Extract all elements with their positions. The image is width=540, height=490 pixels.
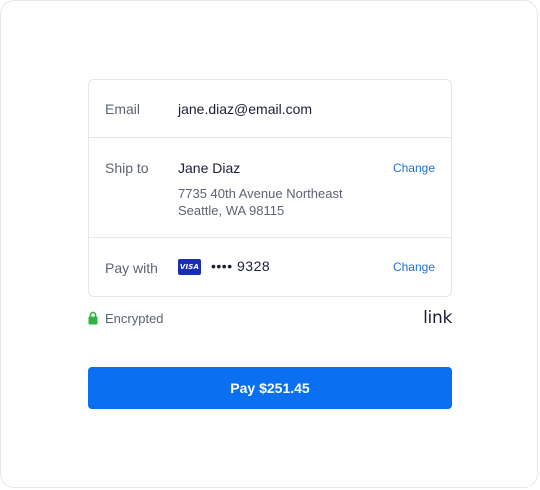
visa-card-icon: VISA [178, 259, 201, 275]
ship-to-address-line2: Seattle, WA 98115 [178, 203, 285, 218]
change-shipping-link[interactable]: Change [393, 161, 435, 175]
ship-to-label: Ship to [105, 160, 149, 176]
email-row: Email jane.diaz@email.com [89, 80, 451, 138]
lock-icon [88, 311, 98, 325]
pay-with-label: Pay with [105, 260, 158, 276]
ship-to-address-line1: 7735 40th Avenue Northeast [178, 186, 343, 201]
email-label: Email [105, 101, 141, 117]
change-payment-link[interactable]: Change [393, 260, 435, 274]
pay-button[interactable]: Pay $251.45 [88, 367, 452, 409]
pay-with-row: Pay with VISA •••• 9328 Change [89, 238, 451, 296]
checkout-summary-card: Email jane.diaz@email.com Ship to Jane D… [88, 79, 452, 297]
card-number-masked: •••• 9328 [211, 258, 271, 274]
encrypted-label: Encrypted [105, 311, 164, 326]
ship-to-name: Jane Diaz [178, 160, 241, 176]
email-value: jane.diaz@email.com [178, 101, 313, 117]
security-bar: Encrypted link [88, 308, 452, 328]
ship-to-row: Ship to Jane Diaz 7735 40th Avenue North… [89, 138, 451, 238]
link-logo: link [423, 308, 452, 328]
